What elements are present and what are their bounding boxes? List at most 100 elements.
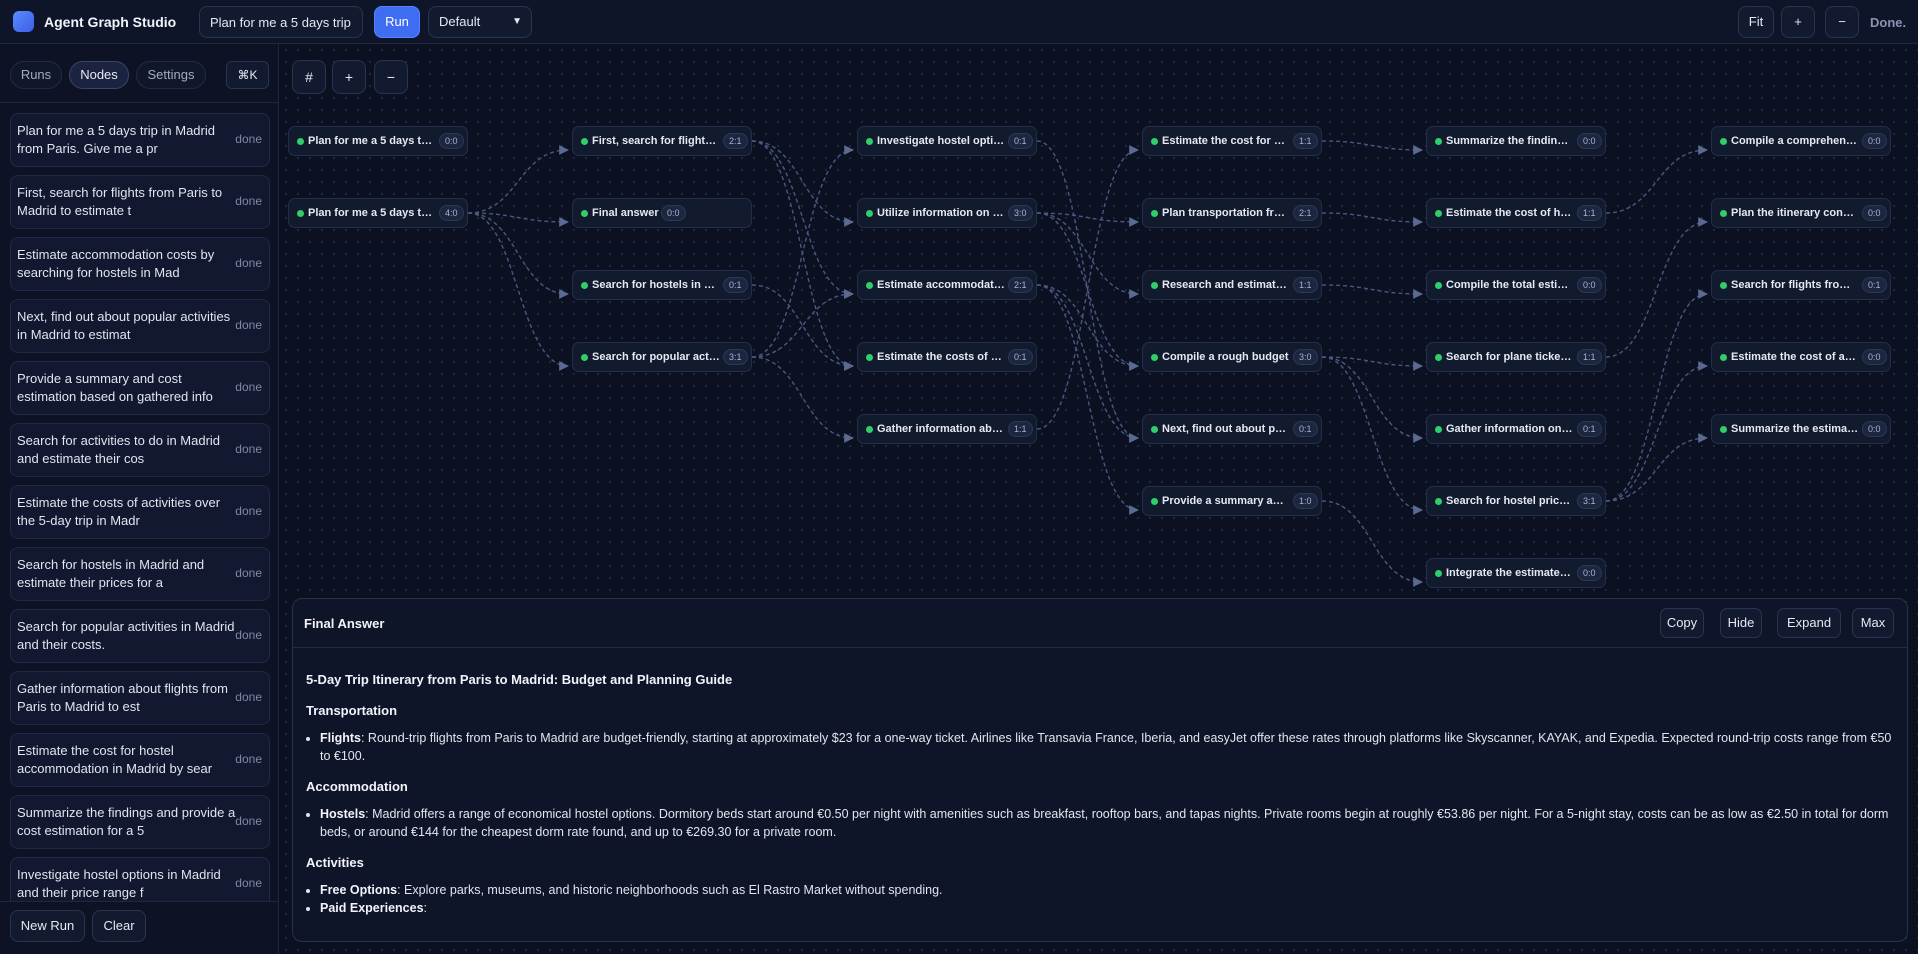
graph-node-badge: 2:1 (1293, 205, 1318, 221)
command-palette-button[interactable]: ⌘K (226, 61, 269, 89)
answer-item-text: : Explore parks, museums, and historic n… (397, 883, 943, 897)
prompt-input[interactable] (199, 6, 363, 38)
graph-node[interactable]: Plan the itinerary considering0:0 (1711, 198, 1891, 228)
zoom-out-button[interactable]: − (1825, 6, 1859, 38)
graph-node[interactable]: Provide a summary and cost estimation1:0 (1142, 486, 1322, 516)
answer-item-term: Paid Experiences (320, 901, 424, 915)
node-list-item[interactable]: Investigate hostel options in Madrid and… (10, 857, 270, 901)
graph-node-badge: 1:1 (1293, 277, 1318, 293)
node-list-item[interactable]: Next, find out about popular activities … (10, 299, 270, 353)
graph-node[interactable]: Estimate the cost of hostels1:1 (1426, 198, 1606, 228)
graph-node[interactable]: Compile a rough budget 3:0 (1142, 342, 1322, 372)
graph-node[interactable]: Investigate hostel options in Madrid0:1 (857, 126, 1037, 156)
graph-node[interactable]: Plan for me a 5 days trip in Madrid4:0 (288, 198, 468, 228)
answer-list-item: Free Options: Explore parks, museums, an… (320, 881, 1896, 899)
graph-node[interactable]: Search for hostel prices in Madrid3:1 (1426, 486, 1606, 516)
tab-runs[interactable]: Runs (10, 61, 62, 89)
node-list-item[interactable]: Gather information about flights from Pa… (10, 671, 270, 725)
graph-node[interactable]: Plan for me a 5 days trip in Madrid0:0 (288, 126, 468, 156)
max-button[interactable]: Max (1852, 608, 1894, 638)
node-list-item-status: done (235, 690, 262, 704)
node-list-item[interactable]: Summarize the findings and provide a cos… (10, 795, 270, 849)
graph-edge (751, 356, 854, 443)
graph-node[interactable]: Utilize information on flights3:0 (857, 198, 1037, 228)
canvas-zoom-in-button[interactable]: + (332, 60, 366, 94)
node-list-item-text: Estimate accommodation costs by searchin… (17, 247, 215, 280)
canvas-zoom-out-button[interactable]: − (374, 60, 408, 94)
graph-node-badge: 0:1 (1008, 133, 1033, 149)
graph-node-badge: 0:1 (1008, 349, 1033, 365)
answer-section-title: Activities (306, 855, 364, 870)
zoom-in-button[interactable]: + (1781, 6, 1815, 38)
graph-node-badge: 0:0 (1577, 277, 1602, 293)
tab-nodes[interactable]: Nodes (69, 61, 129, 89)
graph-node[interactable]: Estimate accommodation costs2:1 (857, 270, 1037, 300)
run-status: Done. (1870, 15, 1907, 30)
hide-button[interactable]: Hide (1720, 608, 1762, 638)
graph-node[interactable]: Gather information about flights1:1 (857, 414, 1037, 444)
fit-view-button[interactable]: Fit (1738, 6, 1774, 38)
clear-button[interactable]: Clear (92, 910, 146, 942)
graph-node[interactable]: Estimate the cost of activities0:0 (1711, 342, 1891, 372)
graph-node[interactable]: Compile a comprehensive plan0:0 (1711, 126, 1891, 156)
answer-list-item: Flights: Round-trip flights from Paris t… (320, 729, 1896, 765)
graph-node[interactable]: Compile the total estimate 0:0 (1426, 270, 1606, 300)
answer-section-list: Hostels: Madrid offers a range of econom… (320, 805, 1896, 841)
graph-node[interactable]: Summarize the estimated costs0:0 (1711, 414, 1891, 444)
graph-node-badge: 3:1 (723, 349, 748, 365)
graph-node[interactable]: Search for popular activities in Madrid3… (572, 342, 752, 372)
graph-node[interactable]: Search for hostels in Madrid0:1 (572, 270, 752, 300)
graph-node-badge: 0:1 (723, 277, 748, 293)
status-dot-icon (1151, 498, 1158, 505)
node-list-item[interactable]: First, search for flights from Paris to … (10, 175, 270, 229)
copy-button[interactable]: Copy (1660, 608, 1704, 638)
node-list-item[interactable]: Estimate accommodation costs by searchin… (10, 237, 270, 291)
graph-node-label: Summarize the findings and provide (1446, 135, 1574, 147)
node-list-item[interactable]: Plan for me a 5 days trip in Madrid from… (10, 113, 270, 167)
status-dot-icon (1151, 282, 1158, 289)
status-dot-icon (581, 282, 588, 289)
node-list-item[interactable]: Provide a summary and cost estimation ba… (10, 361, 270, 415)
graph-node[interactable]: First, search for flights from Paris2:1 (572, 126, 752, 156)
expand-button[interactable]: Expand (1777, 608, 1841, 638)
graph-node[interactable]: Final answer 0:0 (572, 198, 752, 228)
graph-node[interactable]: Search for plane ticket prices1:1 (1426, 342, 1606, 372)
graph-node-label: Provide a summary and cost estimation (1162, 495, 1290, 507)
grid-toggle-button[interactable]: # (292, 60, 326, 94)
graph-node-badge: 0:1 (1293, 421, 1318, 437)
tab-settings[interactable]: Settings (136, 61, 206, 89)
run-button[interactable]: Run (374, 6, 420, 38)
graph-node[interactable]: Gather information on activities0:1 (1426, 414, 1606, 444)
graph-node[interactable]: Next, find out about popular activities0… (1142, 414, 1322, 444)
graph-node-label: Investigate hostel options in Madrid (877, 135, 1005, 147)
graph-node-label: Research and estimate costs (1162, 279, 1290, 291)
graph-node[interactable]: Research and estimate costs1:1 (1142, 270, 1322, 300)
status-dot-icon (297, 210, 304, 217)
graph-edge (1321, 140, 1423, 155)
answer-item-text: : (423, 901, 428, 915)
graph-node[interactable]: Plan transportation from Paris2:1 (1142, 198, 1322, 228)
graph-node-label: Search for popular activities in Madrid (592, 351, 720, 363)
status-dot-icon (1720, 210, 1727, 217)
graph-node-label: Plan for me a 5 days trip in Madrid (308, 135, 436, 147)
graph-node[interactable]: Estimate the cost for hostel1:1 (1142, 126, 1322, 156)
graph-node[interactable]: Summarize the findings and provide0:0 (1426, 126, 1606, 156)
graph-node-label: Compile the total estimate (1446, 279, 1574, 291)
app-title: Agent Graph Studio (44, 14, 177, 30)
graph-node[interactable]: Estimate the costs of activities0:1 (857, 342, 1037, 372)
new-run-button[interactable]: New Run (10, 910, 85, 942)
answer-section-list: Flights: Round-trip flights from Paris t… (320, 729, 1896, 765)
graph-node-badge: 0:1 (1862, 277, 1887, 293)
graph-node[interactable]: Search for flights from Paris0:1 (1711, 270, 1891, 300)
node-list-item[interactable]: Search for hostels in Madrid and estimat… (10, 547, 270, 601)
graph-node[interactable]: Integrate the estimated costs0:0 (1426, 558, 1606, 588)
status-dot-icon (1151, 210, 1158, 217)
node-list-item[interactable]: Estimate the costs of activities over th… (10, 485, 270, 539)
node-list-item[interactable]: Search for popular activities in Madrid … (10, 609, 270, 663)
graph-node-badge: 1:1 (1577, 349, 1602, 365)
graph-node-label: First, search for flights from Paris (592, 135, 720, 147)
node-list-item[interactable]: Search for activities to do in Madrid an… (10, 423, 270, 477)
node-list-item[interactable]: Estimate the cost for hostel accommodati… (10, 733, 270, 787)
preset-select[interactable]: Default ▼ (428, 6, 532, 38)
graph-node-label: Search for flights from Paris (1731, 279, 1859, 291)
